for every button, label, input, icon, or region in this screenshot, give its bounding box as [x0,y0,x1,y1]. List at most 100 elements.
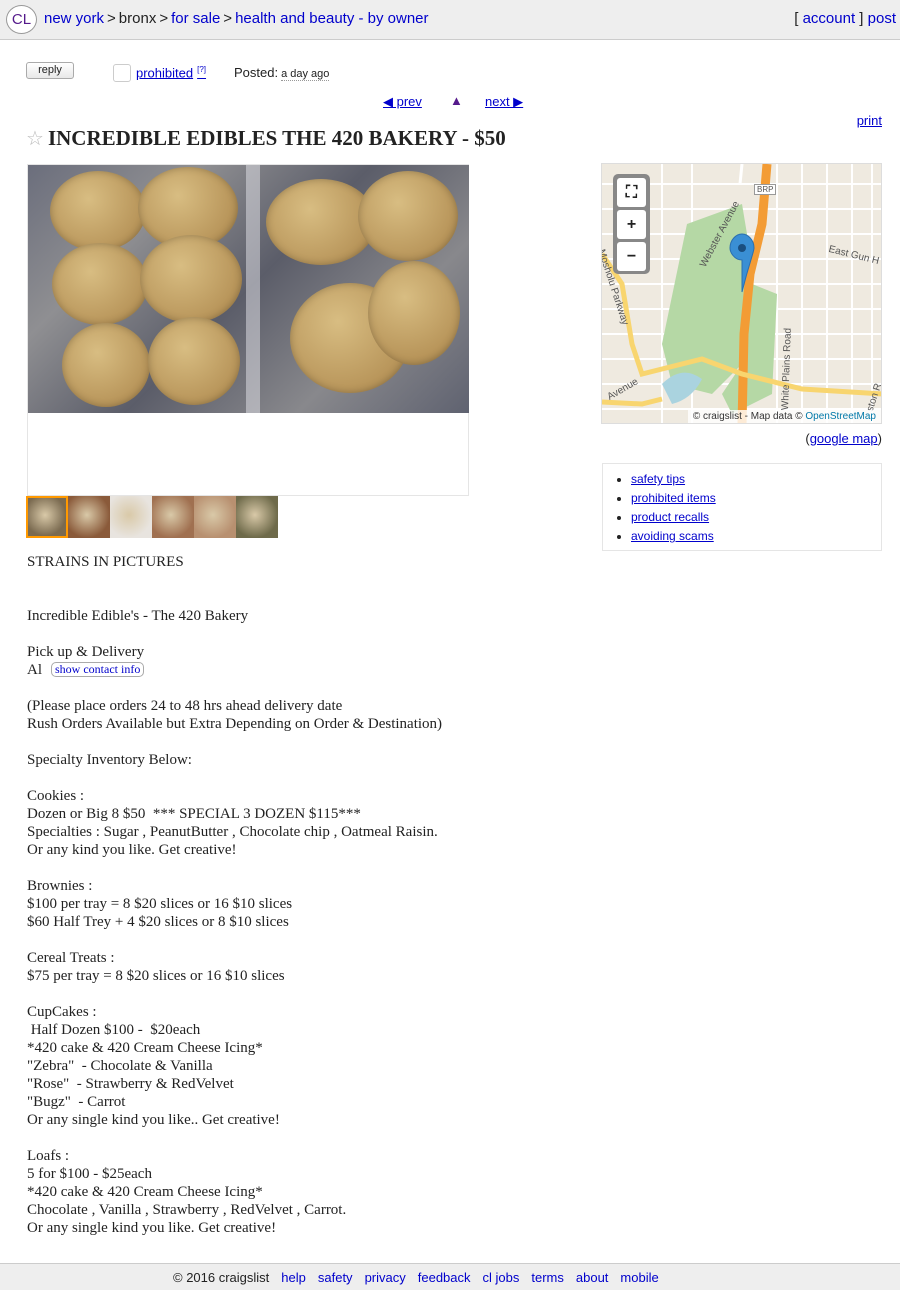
contact-name: Al [27,662,42,678]
body-line: Specialty Inventory Below: [27,752,192,768]
breadcrumb-category[interactable]: health and beauty - by owner [235,10,428,27]
footer-terms-link[interactable]: terms [531,1270,564,1285]
footer-help-link[interactable]: help [281,1270,306,1285]
body-line: "Bugz" - Carrot [27,1094,126,1110]
footer-safety-link[interactable]: safety [318,1270,353,1285]
cookie [148,317,240,405]
cookie [50,171,146,251]
safety-links-box: safety tips prohibited items product rec… [602,463,882,551]
flag-checkbox[interactable] [113,64,131,82]
body-line: Dozen or Big 8 $50 *** SPECIAL 3 DOZEN $… [27,806,361,822]
body-line: Specialties : Sugar , PeanutButter , Cho… [27,824,438,840]
breadcrumb-new-york[interactable]: new york [44,10,104,27]
google-map-wrapper: (google map) [805,431,882,446]
safety-tips-link[interactable]: safety tips [631,472,685,486]
reply-button[interactable]: reply [26,62,74,79]
footer-mobile-link[interactable]: mobile [620,1270,658,1285]
body-line: "Rose" - Strawberry & RedVelvet [27,1076,234,1092]
body-line: Loafs : [27,1148,70,1164]
post-link[interactable]: post [868,10,896,27]
body-line: Half Dozen $100 - $20each [27,1022,201,1038]
body-line: Chocolate , Vanilla , Strawberry , RedVe… [27,1202,347,1218]
posted-label: Posted: [234,65,279,80]
breadcrumb-separator: > [223,10,233,27]
footer-feedback-link[interactable]: feedback [418,1270,471,1285]
cookie [62,323,150,407]
list-item: prohibited items [631,489,881,508]
copyright: © 2016 craigslist [173,1269,270,1285]
body-line: Incredible Edible's - The 420 Bakery [27,608,249,624]
body-line: (Please place orders 24 to 48 hrs ahead … [27,698,343,714]
map-attribution-text: © craigslist - Map data © [692,411,803,422]
breadcrumb-bronx: bronx [118,10,157,27]
zoom-out-icon[interactable]: − [617,242,646,271]
map-attribution: © craigslist - Map data © OpenStreetMap [687,410,881,423]
body-line: $75 per tray = 8 $20 slices or 16 $10 sl… [27,968,285,984]
account-link[interactable]: account [803,10,856,27]
breadcrumb-separator: > [159,10,169,27]
body-line: Or any single kind you like. Get creativ… [27,1220,277,1236]
thumbnail-thumb-5[interactable] [194,496,236,538]
thumbnail-thumb-6[interactable] [236,496,278,538]
breadcrumb: new york > bronx > for sale > health and beaut… [44,10,429,27]
prohibited-label: prohibited [136,65,194,81]
contact-line: Al show contact info [27,661,587,679]
body-line: Pick up & Delivery [27,644,145,660]
print-link[interactable]: print [857,113,882,128]
list-item: avoiding scams [631,527,881,546]
cookie [368,261,460,365]
cookie [52,243,148,325]
list-item: product recalls [631,508,881,527]
body-line: Rush Orders Available but Extra Dependin… [27,716,443,732]
location-map[interactable]: BRP Webster Avenue Mosholu Parkway East … [601,163,882,424]
body-line: 5 for $100 - $25each [27,1166,152,1182]
posting-title-text: INCREDIBLE EDIBLES THE 420 BAKERY - $50 [47,126,506,150]
next-link[interactable]: next ▶ [485,94,523,110]
breadcrumb-for-sale[interactable]: for sale [171,10,220,27]
posting-title: ☆ INCREDIBLE EDIBLES THE 420 BAKERY - $50 [26,126,506,151]
main-photo[interactable] [28,165,469,413]
zoom-in-icon[interactable]: + [617,210,646,239]
help-link[interactable]: [?] [197,65,206,74]
body-line: Brownies : [27,878,93,894]
map-label-brp: BRP [754,184,777,195]
footer-privacy-link[interactable]: privacy [365,1270,406,1285]
body-line: "Zebra" - Chocolate & Vanilla [27,1058,213,1074]
body-line: Or any single kind you like.. Get creati… [27,1112,280,1128]
craigslist-logo[interactable]: CL [6,5,37,34]
product-recalls-link[interactable]: product recalls [631,510,709,524]
up-arrow-icon[interactable]: ▲ [450,93,463,108]
thumbnail-thumb-1[interactable] [26,496,68,538]
footer: © 2016 craigslist help safety privacy fe… [0,1263,900,1290]
posting-body: STRAINS IN PICTURES Incredible Edible's … [27,553,587,1237]
prohibited-flag-link[interactable]: prohibited [?] [136,65,206,80]
fullscreen-icon[interactable]: ⛶ [617,178,646,207]
body-line: Cereal Treats : [27,950,115,966]
show-contact-info-button[interactable]: show contact info [51,662,145,677]
thumbnail-thumb-4[interactable] [152,496,194,538]
google-map-link[interactable]: google map [810,431,878,446]
openstreetmap-link[interactable]: OpenStreetMap [805,411,876,422]
footer-cl-jobs-link[interactable]: cl jobs [483,1270,520,1285]
favorite-star-icon[interactable]: ☆ [26,128,44,150]
tray-divider [246,165,260,413]
thumbnail-thumb-2[interactable] [68,496,110,538]
cookie [140,235,242,323]
prev-link[interactable]: ◀ prev [383,94,422,110]
body-line: STRAINS IN PICTURES [27,554,184,570]
prohibited-items-link[interactable]: prohibited items [631,491,716,505]
thumbnail-thumb-3[interactable] [110,496,152,538]
posted-date: Posted: a day ago [234,65,330,81]
thumbnail-strip [26,496,278,538]
footer-about-link[interactable]: about [576,1270,609,1285]
avoiding-scams-link[interactable]: avoiding scams [631,529,714,543]
